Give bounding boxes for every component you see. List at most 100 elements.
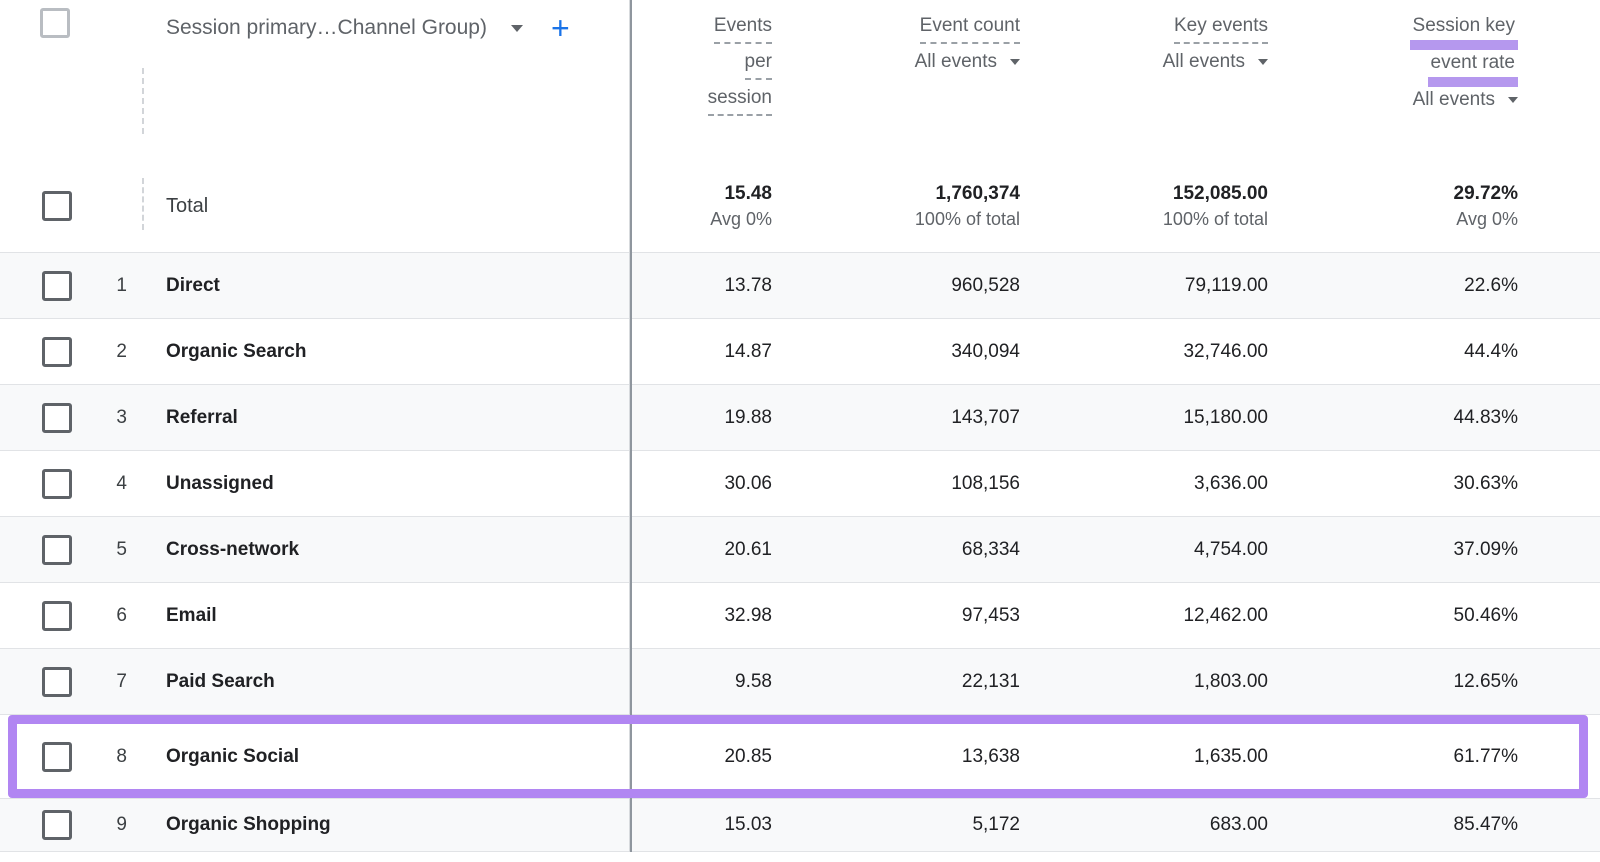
table-row-direct: 1 Direct 13.78 960,528 79,119.00 22.6% [0,252,1600,318]
cell-key-events: 4,754.00 [1020,539,1268,561]
channel-label: Email [166,605,632,627]
cell-key-events: 79,119.00 [1020,275,1268,297]
total-events-per-session: 15.48 Avg 0% [632,181,772,231]
table-row-organic-social-highlighted: 8 Organic Social 20.85 13,638 1,635.00 6… [0,714,1600,798]
column-header-key-events[interactable]: Key events All events [1020,14,1268,122]
cell-event-count: 97,453 [772,605,1020,627]
column-header-events-per-session[interactable]: Events per session [632,14,772,122]
metric-name: Event count [920,14,1020,44]
cell-key-events: 1,803.00 [1020,671,1268,693]
total-label: Total [166,195,632,218]
channel-label: Unassigned [166,473,632,495]
dropdown-caret-icon [1508,97,1518,103]
cell-key-events: 32,746.00 [1020,341,1268,363]
table-row-organic-search: 2 Organic Search 14.87 340,094 32,746.00… [0,318,1600,384]
metric-name: per [745,50,772,80]
metric-headers: Events per session Event count All event… [632,14,1600,122]
channel-label: Organic Shopping [166,814,632,836]
event-count-filter-dropdown[interactable]: All events [915,50,1020,74]
total-row-checkbox[interactable] [42,191,72,221]
row-index: 9 [74,814,127,836]
cell-events-per-session: 14.87 [632,341,772,363]
cell-session-key-event-rate: 50.46% [1268,605,1518,627]
cell-key-events: 3,636.00 [1020,473,1268,495]
row-checkbox[interactable] [42,742,72,772]
frozen-column-divider [630,0,632,852]
total-key-events: 152,085.00 100% of total [1020,181,1268,231]
column-header-session-key-event-rate[interactable]: Session key event rate All events [1268,14,1518,122]
cell-session-key-event-rate: 44.4% [1268,341,1518,363]
row-checkbox[interactable] [42,469,72,499]
filter-label: All events [1413,88,1495,112]
cell-key-events: 15,180.00 [1020,407,1268,429]
metric-name-highlighted: Session key [1410,14,1518,50]
channel-label: Direct [166,275,632,297]
dimension-label: Session primary…Channel Group) [166,16,487,40]
key-events-filter-dropdown[interactable]: All events [1163,50,1268,74]
cell-session-key-event-rate: 30.63% [1268,473,1518,495]
cell-session-key-event-rate: 61.77% [1268,746,1518,768]
cell-session-key-event-rate: 37.09% [1268,539,1518,561]
cell-event-count: 22,131 [772,671,1020,693]
row-checkbox[interactable] [42,601,72,631]
cell-key-events: 1,635.00 [1020,746,1268,768]
dimension-header-dropdown[interactable]: Session primary…Channel Group) + [166,15,570,41]
channel-label: Referral [166,407,632,429]
table-row-unassigned: 4 Unassigned 30.06 108,156 3,636.00 30.6… [0,450,1600,516]
cell-session-key-event-rate: 22.6% [1268,275,1518,297]
channel-label: Paid Search [166,671,632,693]
metric-name: session [708,86,772,116]
table-row-organic-shopping: 9 Organic Shopping 15.03 5,172 683.00 85… [0,798,1600,852]
row-checkbox[interactable] [42,810,72,840]
cell-event-count: 68,334 [772,539,1020,561]
cell-events-per-session: 13.78 [632,275,772,297]
total-event-count: 1,760,374 100% of total [772,181,1020,231]
cell-key-events: 12,462.00 [1020,605,1268,627]
cell-event-count: 340,094 [772,341,1020,363]
cell-event-count: 5,172 [772,814,1020,836]
cell-events-per-session: 9.58 [632,671,772,693]
cell-events-per-session: 32.98 [632,605,772,627]
cell-events-per-session: 20.61 [632,539,772,561]
row-checkbox[interactable] [42,667,72,697]
table-row-referral: 3 Referral 19.88 143,707 15,180.00 44.83… [0,384,1600,450]
channel-label: Organic Search [166,341,632,363]
cell-event-count: 108,156 [772,473,1020,495]
row-index: 8 [74,746,127,768]
dropdown-caret-icon [511,25,523,32]
row-checkbox[interactable] [42,535,72,565]
row-checkbox[interactable] [42,271,72,301]
cell-event-count: 143,707 [772,407,1020,429]
cell-session-key-event-rate: 85.47% [1268,814,1518,836]
row-index: 3 [74,407,127,429]
channel-label: Cross-network [166,539,632,561]
row-index: 5 [74,539,127,561]
column-resize-guide [142,68,144,134]
table-row-paid-search: 7 Paid Search 9.58 22,131 1,803.00 12.65… [0,648,1600,714]
cell-key-events: 683.00 [1020,814,1268,836]
dropdown-caret-icon [1258,59,1268,65]
total-session-key-event-rate: 29.72% Avg 0% [1268,181,1518,231]
row-index: 2 [74,341,127,363]
cell-events-per-session: 19.88 [632,407,772,429]
cell-event-count: 13,638 [772,746,1020,768]
select-all-checkbox[interactable] [40,8,70,38]
row-index: 7 [74,671,127,693]
total-row: Total 15.48 Avg 0% 1,760,374 100% of tot… [0,160,1600,252]
row-checkbox[interactable] [42,337,72,367]
cell-events-per-session: 15.03 [632,814,772,836]
column-resize-guide [142,178,144,230]
row-index: 6 [74,605,127,627]
cell-session-key-event-rate: 44.83% [1268,407,1518,429]
session-key-event-rate-filter-dropdown[interactable]: All events [1413,88,1518,112]
cell-event-count: 960,528 [772,275,1020,297]
dropdown-caret-icon [1010,59,1020,65]
metric-name-highlighted: event rate [1428,51,1519,87]
analytics-table: Session primary…Channel Group) + Events … [0,0,1600,862]
add-column-icon[interactable]: + [551,15,570,41]
column-header-event-count[interactable]: Event count All events [772,14,1020,122]
row-checkbox[interactable] [42,403,72,433]
table-row-cross-network: 5 Cross-network 20.61 68,334 4,754.00 37… [0,516,1600,582]
cell-events-per-session: 30.06 [632,473,772,495]
metric-name: Key events [1174,14,1268,44]
